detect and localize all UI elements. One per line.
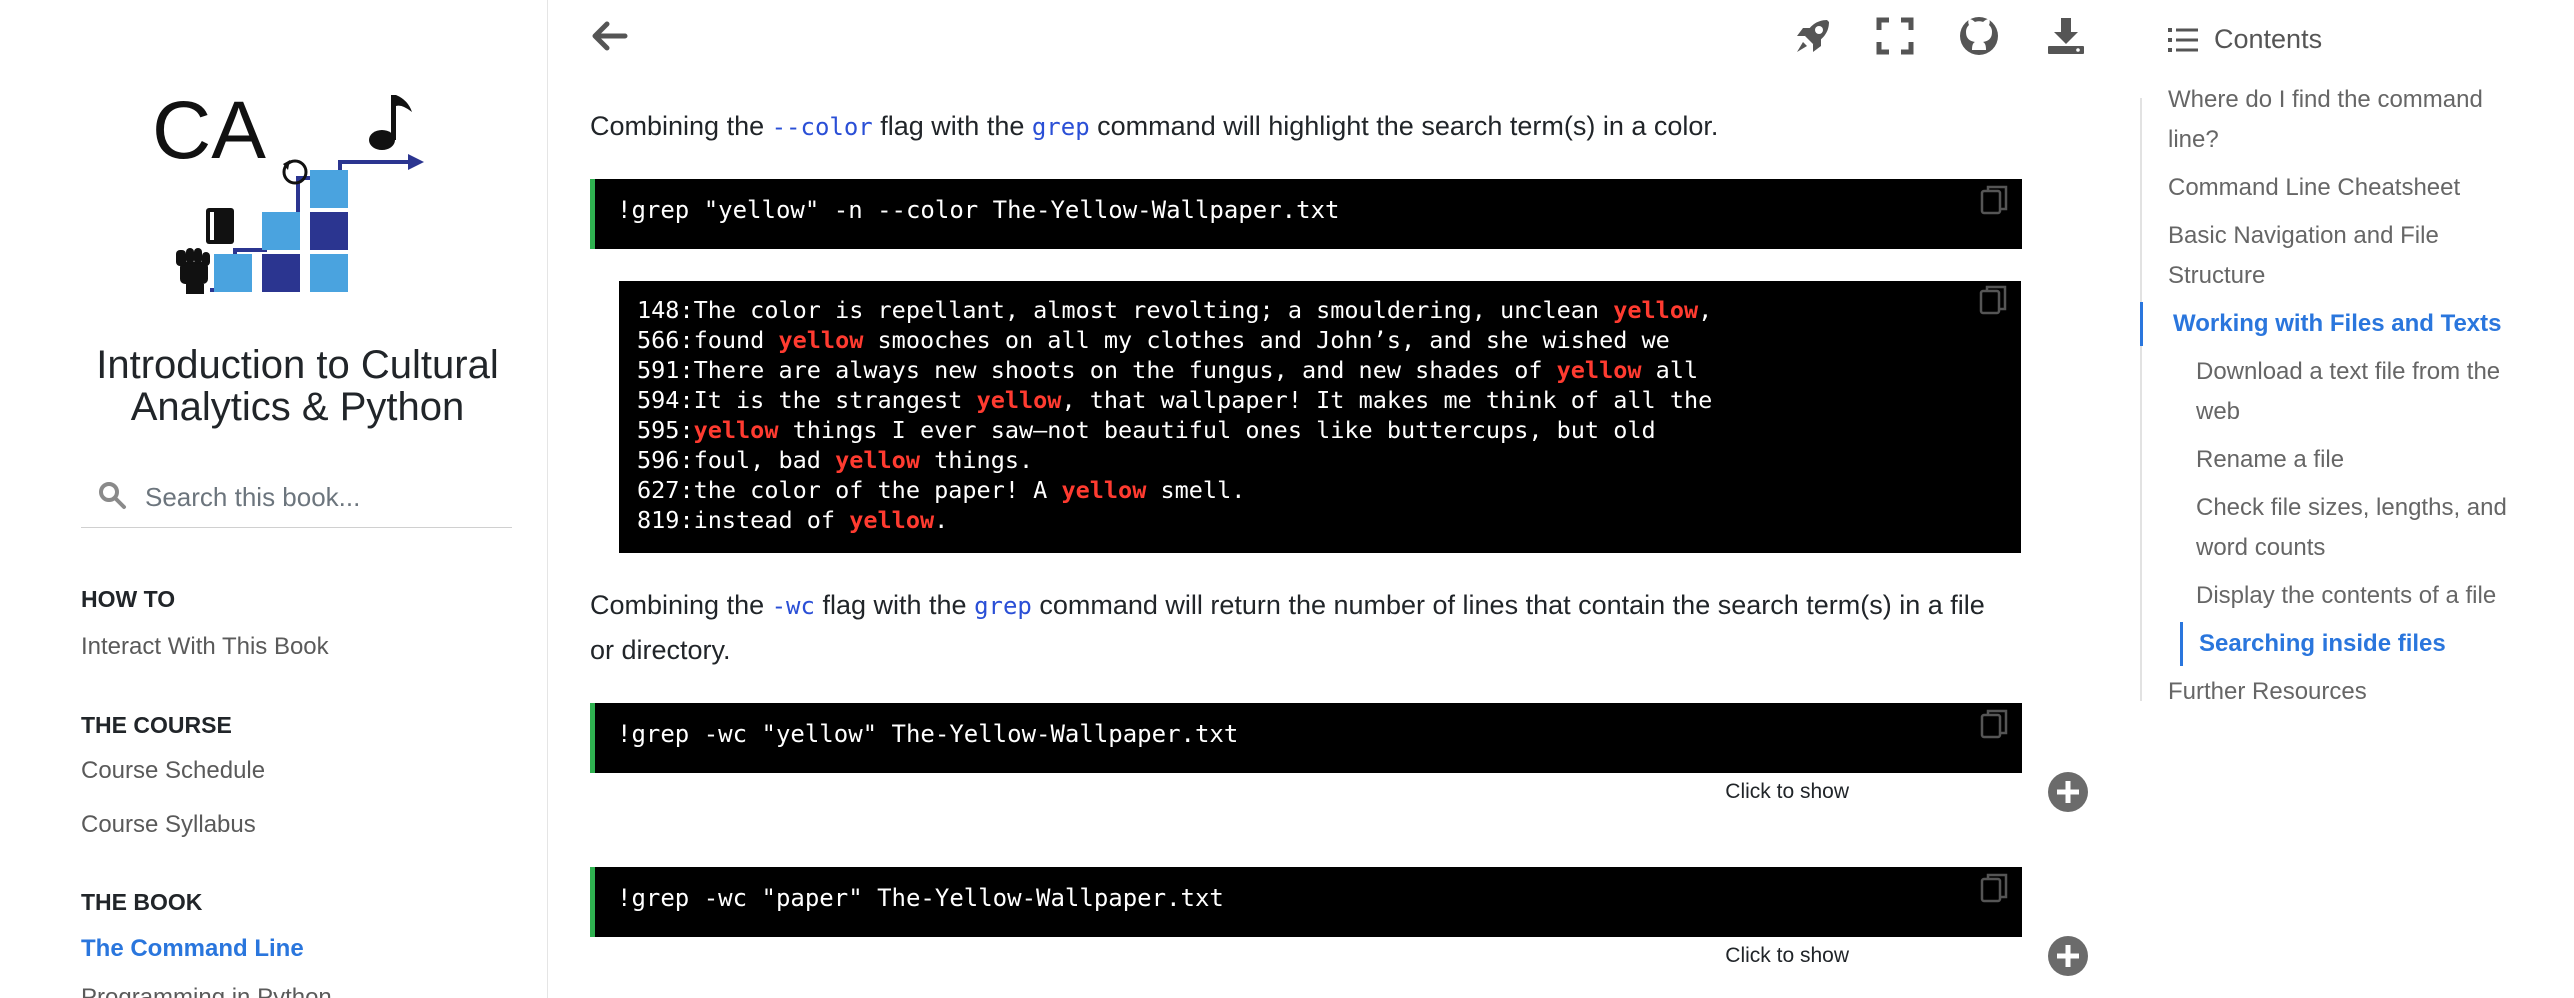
code-cell-grep-color[interactable]: !grep "yellow" -n --color The-Yellow-Wal… <box>590 179 2022 249</box>
book-icon <box>206 208 234 244</box>
fist-icon <box>176 248 210 294</box>
inline-code-wc: -wc <box>771 592 815 620</box>
toc-item[interactable]: Where do I find the command line? <box>2168 80 2518 160</box>
paragraph-wc-flag: Combining the -wc flag with the grep com… <box>590 590 1985 665</box>
copy-icon[interactable] <box>1979 285 2007 315</box>
toc-title: Contents <box>2214 24 2323 54</box>
output-line: 591:There are always new shoots on the f… <box>637 356 1699 384</box>
code-cell-source: !grep -wc "yellow" The-Yellow-Wallpaper.… <box>617 720 1239 748</box>
book-title-line1: Introduction to Cultural <box>96 343 499 387</box>
toggle-label: Click to show <box>1725 780 1849 803</box>
highlighted-match: yellow <box>1061 476 1147 504</box>
copy-icon[interactable] <box>1980 873 2008 903</box>
output-line: 819:instead of yellow. <box>637 506 949 534</box>
nav-item-course-schedule[interactable]: Course Schedule <box>81 757 265 785</box>
output-lines: 148:The color is repellant, almost revol… <box>637 295 1712 535</box>
rocket-icon[interactable] <box>1789 12 1837 60</box>
search-box <box>81 470 512 528</box>
toc-item[interactable]: Rename a file <box>2196 440 2526 480</box>
highlighted-match: yellow <box>693 416 779 444</box>
output-line: 595:yellow things I ever saw—not beautif… <box>637 416 1656 444</box>
toc-item[interactable]: Basic Navigation and File Structure <box>2168 216 2518 296</box>
output-line: 627:the color of the paper! A yellow sme… <box>637 476 1246 504</box>
book-logo[interactable]: CA <box>150 90 450 320</box>
search-input[interactable] <box>143 476 507 518</box>
toc-item[interactable]: Searching inside files <box>2199 624 2529 664</box>
highlighted-match: yellow <box>778 326 864 354</box>
nav-item-course-syllabus[interactable]: Course Syllabus <box>81 811 256 839</box>
toc-item[interactable]: Command Line Cheatsheet <box>2168 168 2518 208</box>
search-icon <box>99 482 126 509</box>
output-line: 566:found yellow smooches on all my clot… <box>637 326 1670 354</box>
table-of-contents: Contents Where do I find the command line… <box>2140 0 2574 998</box>
toc-item[interactable]: Further Resources <box>2168 672 2518 712</box>
nav-item-interact[interactable]: Interact With This Book <box>81 633 329 661</box>
toc-border <box>2140 98 2142 701</box>
refresh-icon <box>282 159 308 185</box>
inline-code-grep: grep <box>1031 113 1090 141</box>
nav-caption-the-course: THE COURSE <box>81 712 232 738</box>
toggle-label: Click to show <box>1725 944 1849 967</box>
output-line: 148:The color is repellant, almost revol… <box>637 296 1713 324</box>
nav-item-command-line[interactable]: The Command Line <box>81 935 304 963</box>
plus-circle-icon[interactable] <box>2046 770 2090 814</box>
highlighted-match: yellow <box>849 506 935 534</box>
highlighted-match: yellow <box>1613 296 1699 324</box>
plus-circle-icon[interactable] <box>2046 934 2090 978</box>
nav-item-programming-python[interactable]: Programming in Python <box>81 984 332 998</box>
music-note-icon <box>369 95 412 150</box>
nav-caption-how-to: HOW TO <box>81 586 176 612</box>
inline-code-grep: grep <box>974 592 1032 620</box>
output-line: 594:It is the strangest yellow, that wal… <box>637 386 1713 414</box>
copy-icon[interactable] <box>1980 185 2008 215</box>
download-icon[interactable] <box>2042 12 2090 60</box>
inline-code-color: --color <box>771 113 873 141</box>
highlighted-match: yellow <box>1556 356 1642 384</box>
back-arrow-icon[interactable] <box>585 12 633 60</box>
highlighted-match: yellow <box>835 446 920 474</box>
code-cell-grep-wc-yellow[interactable]: !grep -wc "yellow" The-Yellow-Wallpaper.… <box>590 703 2022 773</box>
toc-item[interactable]: Check file sizes, lengths, and word count… <box>2196 488 2526 568</box>
toc-active-indicator <box>2180 622 2183 666</box>
left-sidebar: CA Introduction to Cultural Analytics & … <box>0 0 548 998</box>
copy-icon[interactable] <box>1980 709 2008 739</box>
paragraph-color-flag: Combining the --color flag with the grep… <box>590 111 1719 141</box>
cell-output: 148:The color is repellant, almost revol… <box>619 281 2021 553</box>
nav-caption-the-book: THE BOOK <box>81 889 203 915</box>
toc-item[interactable]: Working with Files and Texts <box>2173 304 2523 344</box>
toc-active-indicator <box>2140 302 2143 346</box>
book-title-line2: Analytics & Python <box>130 385 465 429</box>
toc-item[interactable]: Download a text file from the web <box>2196 352 2526 432</box>
output-line: 596:foul, bad yellow things. <box>637 446 1034 474</box>
toc-item[interactable]: Display the contents of a file <box>2196 576 2526 616</box>
github-icon[interactable] <box>1955 12 2003 60</box>
logo-text: CA <box>152 90 266 176</box>
code-cell-grep-wc-paper[interactable]: !grep -wc "paper" The-Yellow-Wallpaper.t… <box>590 867 2022 937</box>
code-cell-source: !grep "yellow" -n --color The-Yellow-Wal… <box>617 196 1340 224</box>
list-icon <box>2168 28 2198 52</box>
book-title[interactable]: Introduction to Cultural Analytics & Pyt… <box>80 344 515 428</box>
code-cell-source: !grep -wc "paper" The-Yellow-Wallpaper.t… <box>617 884 1224 912</box>
fullscreen-icon[interactable] <box>1871 12 1919 60</box>
highlighted-match: yellow <box>976 386 1062 414</box>
